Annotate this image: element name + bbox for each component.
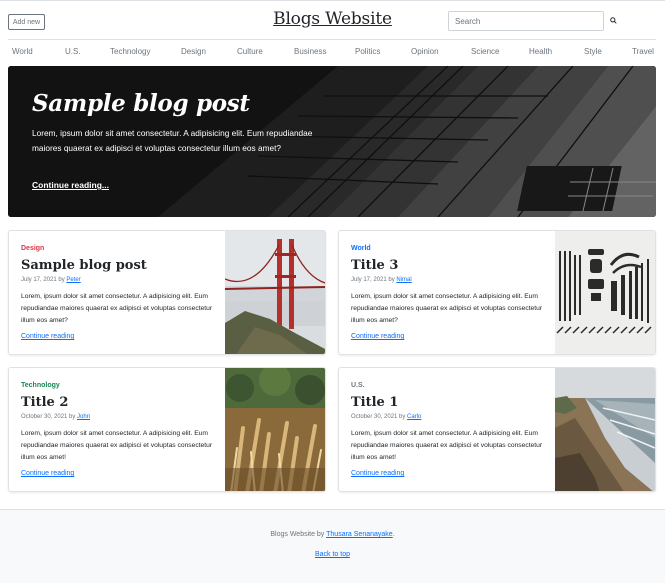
nav-item-science[interactable]: Science [471,47,499,56]
coast-thumbnail [555,368,655,491]
header-divider [8,39,656,40]
post-excerpt: Lorem, ipsum dolor sit amet consectetur.… [351,430,543,462]
nav-item-travel[interactable]: Travel [632,47,654,56]
post-meta: October 30, 2021 by John [21,414,90,420]
post-title: Title 1 [351,395,399,410]
post-category: Technology [21,382,60,389]
post-excerpt: Lorem, ipsum dolor sit amet consectetur.… [351,293,543,325]
continue-reading-link[interactable]: Continue reading [21,333,74,340]
post-card: World Title 3 July 17, 2021 by Nimal Lor… [338,230,656,355]
search-input[interactable] [448,11,604,31]
featured-post-banner: Sample blog post Lorem, ipsum dolor sit … [8,66,656,217]
author-credit-link[interactable]: Thusara Senanayake [326,531,393,538]
post-meta: July 17, 2021 by Nimal [351,277,412,283]
post-card: U.S. Title 1 October 30, 2021 by Carlo L… [338,367,656,492]
hero-excerpt: Lorem, ipsum dolor sit amet consectetur.… [32,128,313,154]
post-category: U.S. [351,382,365,389]
post-title: Sample blog post [21,258,147,273]
nav-item-health[interactable]: Health [529,47,552,56]
post-title: Title 3 [351,258,399,273]
footer-credit: Blogs Website by Thusara Senanayake. [0,531,665,538]
post-card: Technology Title 2 October 30, 2021 by J… [8,367,326,492]
post-date: October 30, 2021 by [21,414,76,420]
post-date: July 17, 2021 by [21,277,65,283]
continue-reading-link[interactable]: Continue reading [351,470,404,477]
author-link[interactable]: Nimal [396,277,411,283]
nav-item-technology[interactable]: Technology [110,47,150,56]
post-category: World [351,245,371,252]
credit-suffix: . [392,531,395,538]
site-footer: Blogs Website by Thusara Senanayake. Bac… [0,509,665,583]
nav-item-us[interactable]: U.S. [65,47,81,56]
hero-continue-reading-link[interactable]: Continue reading... [32,180,109,190]
category-nav: World U.S. Technology Design Culture Bus… [0,47,665,59]
post-meta: October 30, 2021 by Carlo [351,414,421,420]
top-border [0,0,665,1]
author-link[interactable]: Carlo [407,414,421,420]
nav-item-world[interactable]: World [12,47,33,56]
tools-thumbnail [555,231,655,354]
wheat-thumbnail [225,368,325,491]
post-date: October 30, 2021 by [351,414,406,420]
bridge-thumbnail [225,231,325,354]
nav-item-business[interactable]: Business [294,47,326,56]
nav-item-opinion[interactable]: Opinion [411,47,439,56]
author-link[interactable]: John [77,414,90,420]
post-date: July 17, 2021 by [351,277,395,283]
nav-item-design[interactable]: Design [181,47,206,56]
continue-reading-link[interactable]: Continue reading [21,470,74,477]
continue-reading-link[interactable]: Continue reading [351,333,404,340]
back-to-top-link[interactable]: Back to top [0,551,665,558]
post-meta: July 17, 2021 by Peter [21,277,81,283]
nav-item-culture[interactable]: Culture [237,47,263,56]
post-excerpt: Lorem, ipsum dolor sit amet consectetur.… [21,430,213,462]
post-title: Title 2 [21,395,69,410]
author-link[interactable]: Peter [66,277,80,283]
credit-prefix: Blogs Website by [270,531,325,538]
nav-item-politics[interactable]: Politics [355,47,380,56]
post-card: Design Sample blog post July 17, 2021 by… [8,230,326,355]
post-excerpt: Lorem, ipsum dolor sit amet consectetur.… [21,293,213,325]
hero-title: Sample blog post [32,90,250,117]
search-icon[interactable] [610,17,617,24]
post-category: Design [21,245,45,252]
nav-item-style[interactable]: Style [584,47,602,56]
